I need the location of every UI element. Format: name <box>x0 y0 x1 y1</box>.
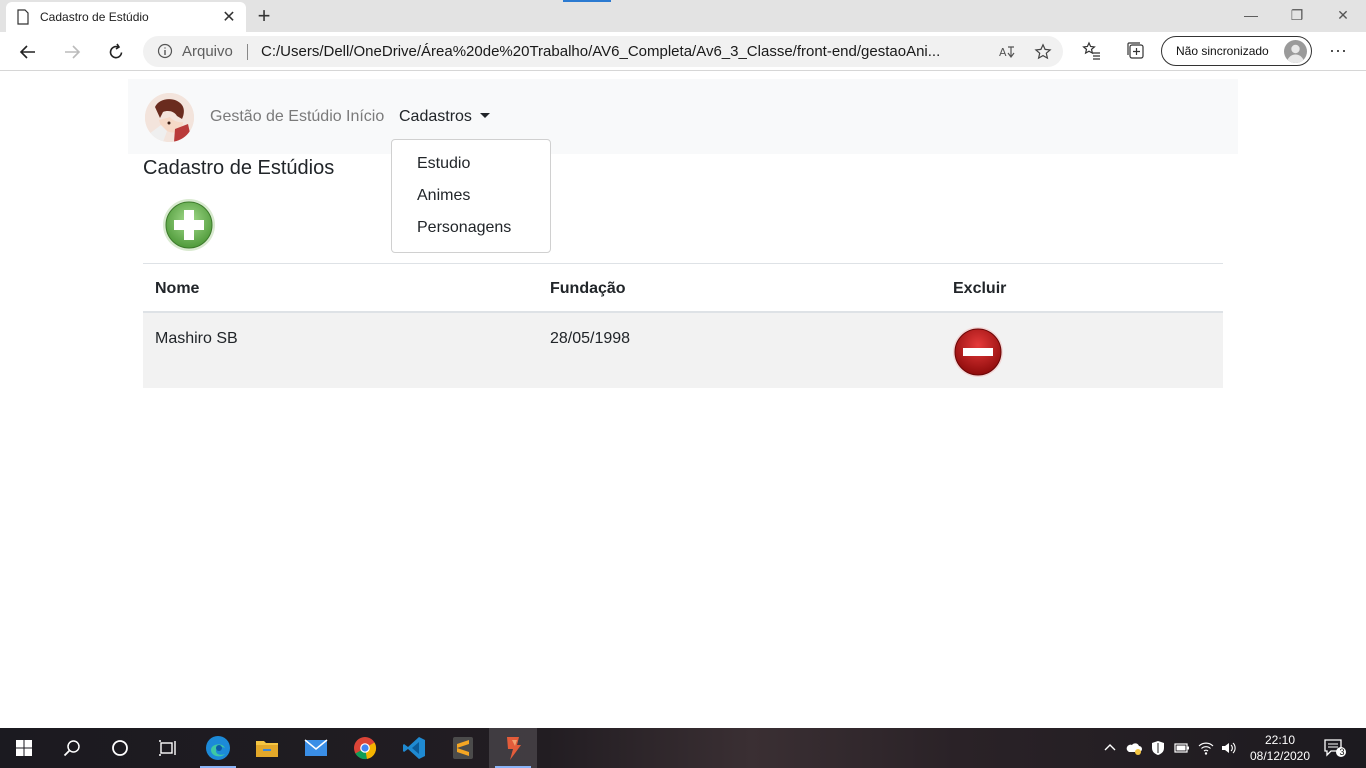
site-navbar: Gestão de Estúdio Início Cadastros <box>128 79 1238 154</box>
cell-fundacao: 28/05/1998 <box>550 330 631 347</box>
profile-icon <box>1284 40 1307 63</box>
taskbar-search-button[interactable] <box>48 728 96 768</box>
more-menu-button[interactable]: ··· <box>1326 40 1350 62</box>
forward-arrow-icon <box>65 45 81 59</box>
mail-icon <box>304 739 328 756</box>
cell-nome: Mashiro SB <box>155 330 238 347</box>
info-icon[interactable] <box>157 43 173 59</box>
collections-icon[interactable] <box>1126 41 1146 61</box>
table-header: Nome Fundação Excluir <box>143 263 1223 313</box>
task-view-icon <box>159 740 176 756</box>
chevron-up-icon[interactable] <box>1102 740 1118 756</box>
battery-icon[interactable] <box>1174 740 1190 756</box>
nav-link-inicio[interactable]: Início <box>346 108 384 126</box>
read-aloud-icon[interactable]: A <box>998 43 1016 61</box>
tab-strip: Cadastro de Estúdio ✕ + — ❐ ✕ <box>0 0 1366 32</box>
taskbar-file-explorer[interactable] <box>243 728 291 768</box>
taskbar-mail[interactable] <box>292 728 340 768</box>
cortana-icon <box>112 740 128 756</box>
sync-button[interactable]: Não sincronizado <box>1161 36 1312 66</box>
address-prefix: Arquivo <box>182 43 233 60</box>
dropdown-item-animes[interactable]: Animes <box>417 187 470 205</box>
edge-icon <box>206 736 230 760</box>
add-studio-button[interactable] <box>162 198 216 252</box>
back-button[interactable] <box>14 38 42 66</box>
page-content: Gestão de Estúdio Início Cadastros Estud… <box>0 71 1366 728</box>
restore-button[interactable]: ❐ <box>1274 0 1320 30</box>
chrome-icon <box>354 737 377 760</box>
task-view-button[interactable] <box>144 728 192 768</box>
close-icon[interactable]: ✕ <box>220 8 238 26</box>
taskbar-vscode[interactable] <box>390 728 438 768</box>
back-arrow-icon <box>19 45 35 59</box>
cortana-button[interactable] <box>96 728 144 768</box>
refresh-button[interactable] <box>102 38 130 66</box>
column-header-nome: Nome <box>155 280 200 297</box>
system-clock[interactable]: 22:10 08/12/2020 <box>1240 732 1320 764</box>
defender-icon[interactable] <box>1150 740 1166 756</box>
cadastros-dropdown-menu: Estudio Animes Personagens <box>391 139 551 253</box>
new-tab-button[interactable]: + <box>252 3 276 28</box>
navbar-brand[interactable]: Gestão de Estúdio <box>210 108 342 126</box>
brand-logo[interactable] <box>145 93 194 142</box>
nav-dropdown-cadastros[interactable]: Cadastros <box>399 108 490 126</box>
svg-text:A: A <box>999 46 1007 59</box>
forward-button[interactable] <box>58 38 86 66</box>
close-window-button[interactable]: ✕ <box>1320 0 1366 30</box>
dropdown-item-personagens[interactable]: Personagens <box>417 219 511 237</box>
sublime-icon <box>453 737 473 759</box>
volume-icon[interactable] <box>1221 740 1237 756</box>
add-icon <box>163 199 215 251</box>
dropdown-item-estudio[interactable]: Estudio <box>417 155 470 173</box>
page-title: Cadastro de Estúdios <box>143 157 335 179</box>
clock-time: 22:10 <box>1264 733 1296 747</box>
file-explorer-icon <box>256 741 278 757</box>
app-icon <box>507 737 521 760</box>
caret-down-icon <box>479 113 490 118</box>
delete-icon <box>953 327 1003 377</box>
column-header-excluir: Excluir <box>953 280 1007 297</box>
table-row: Mashiro SB 28/05/1998 <box>143 313 1223 388</box>
windows-start-icon <box>16 740 32 756</box>
sync-label: Não sincronizado <box>1176 44 1269 58</box>
tab-indicator <box>563 0 611 2</box>
taskbar-chrome[interactable] <box>341 728 389 768</box>
page-icon <box>17 9 29 25</box>
tab-title: Cadastro de Estúdio <box>40 10 149 24</box>
column-header-fundacao: Fundação <box>550 280 626 297</box>
onedrive-icon[interactable] <box>1126 740 1142 756</box>
taskbar-active-app[interactable] <box>489 728 537 768</box>
url-text[interactable]: C:/Users/Dell/OneDrive/Área%20de%20Traba… <box>261 43 940 60</box>
taskbar-sublime[interactable] <box>439 728 487 768</box>
delete-button[interactable] <box>952 326 1004 378</box>
wifi-icon[interactable] <box>1198 740 1214 756</box>
favorites-icon[interactable] <box>1081 41 1101 61</box>
taskbar-edge[interactable] <box>194 728 242 768</box>
taskbar: 22:10 08/12/2020 3 <box>0 728 1366 768</box>
notification-center-button[interactable]: 3 <box>1324 738 1346 758</box>
favorite-star-icon[interactable] <box>1034 43 1052 61</box>
refresh-icon <box>109 43 123 59</box>
browser-tab[interactable]: Cadastro de Estúdio ✕ <box>6 2 246 32</box>
vscode-icon <box>403 737 425 759</box>
search-icon <box>63 740 80 757</box>
address-bar[interactable]: Arquivo C:/Users/Dell/OneDrive/Área%20de… <box>143 36 1063 67</box>
minimize-button[interactable]: — <box>1228 0 1274 30</box>
toolbar: Arquivo C:/Users/Dell/OneDrive/Área%20de… <box>0 32 1366 71</box>
clock-date: 08/12/2020 <box>1249 749 1311 763</box>
notification-count: 3 <box>1339 747 1345 757</box>
start-button[interactable] <box>0 728 48 768</box>
nav-cadastros-label: Cadastros <box>399 108 472 125</box>
address-separator <box>247 44 248 60</box>
